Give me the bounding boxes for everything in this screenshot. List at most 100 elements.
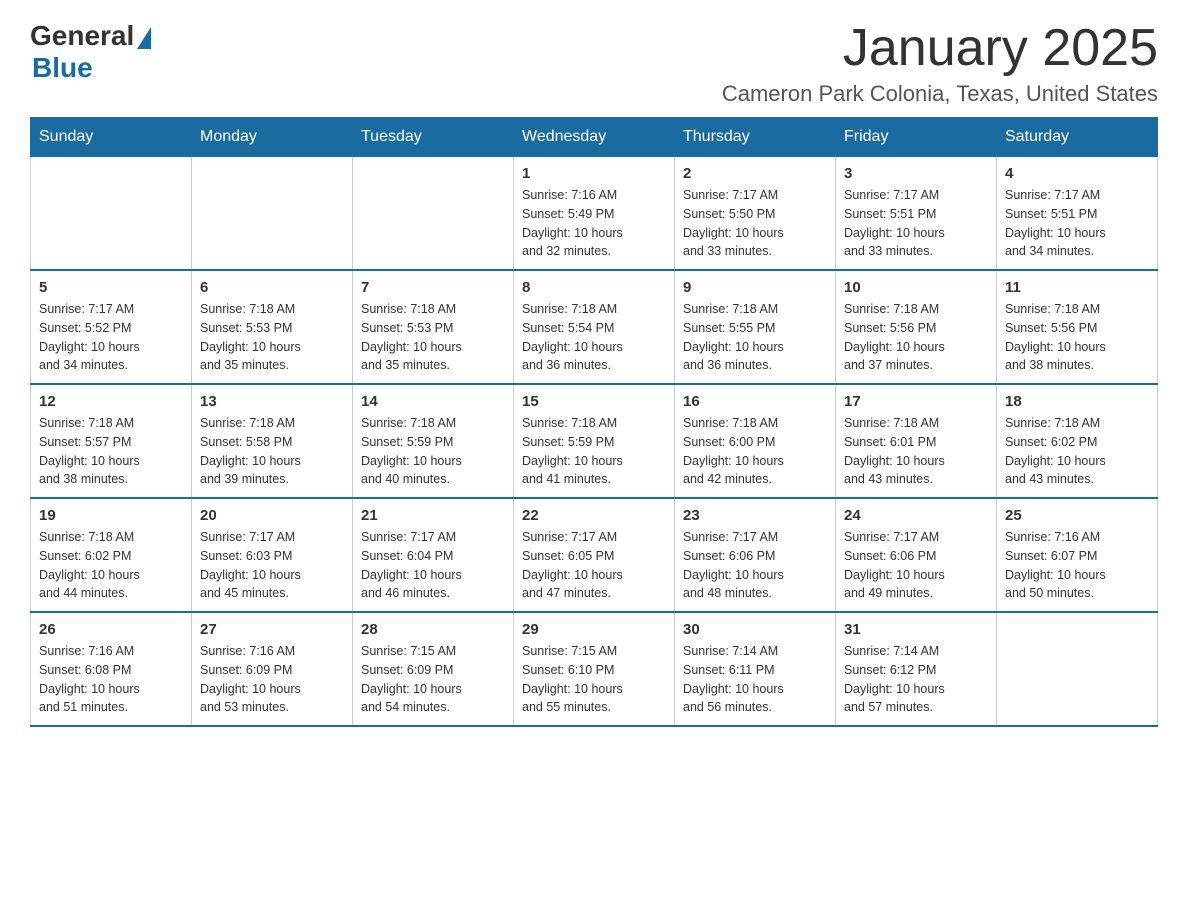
day-info: Sunrise: 7:18 AM Sunset: 5:59 PM Dayligh… xyxy=(522,414,666,489)
calendar-cell: 7 Sunrise: 7:18 AM Sunset: 5:53 PM Daylig… xyxy=(353,270,514,384)
calendar-cell: 24 Sunrise: 7:17 AM Sunset: 6:06 PM Dayli… xyxy=(836,498,997,612)
day-number: 27 xyxy=(200,621,344,638)
day-number: 11 xyxy=(1005,279,1149,296)
day-number: 13 xyxy=(200,393,344,410)
day-number: 6 xyxy=(200,279,344,296)
title-area: January 2025 Cameron Park Colonia, Texas… xyxy=(722,20,1158,107)
calendar-cell: 11 Sunrise: 7:18 AM Sunset: 5:56 PM Dayli… xyxy=(997,270,1158,384)
calendar-cell: 31Sunrise: 7:14 AM Sunset: 6:12 PM Dayli… xyxy=(836,612,997,726)
day-info: Sunrise: 7:18 AM Sunset: 5:57 PM Dayligh… xyxy=(39,414,183,489)
day-number: 26 xyxy=(39,621,183,638)
day-info: Sunrise: 7:18 AM Sunset: 6:02 PM Dayligh… xyxy=(39,528,183,603)
week-row-2: 5 Sunrise: 7:17 AM Sunset: 5:52 PM Daylig… xyxy=(31,270,1158,384)
calendar-cell: 3Sunrise: 7:17 AM Sunset: 5:51 PM Daylig… xyxy=(836,157,997,271)
day-info: Sunrise: 7:16 AM Sunset: 6:08 PM Dayligh… xyxy=(39,642,183,717)
calendar-cell: 16 Sunrise: 7:18 AM Sunset: 6:00 PM Dayli… xyxy=(675,384,836,498)
day-number: 9 xyxy=(683,279,827,296)
day-info: Sunrise: 7:18 AM Sunset: 6:00 PM Dayligh… xyxy=(683,414,827,489)
calendar-cell: 27Sunrise: 7:16 AM Sunset: 6:09 PM Dayli… xyxy=(192,612,353,726)
calendar-cell: 6 Sunrise: 7:18 AM Sunset: 5:53 PM Daylig… xyxy=(192,270,353,384)
day-info: Sunrise: 7:17 AM Sunset: 6:04 PM Dayligh… xyxy=(361,528,505,603)
day-info: Sunrise: 7:18 AM Sunset: 5:53 PM Dayligh… xyxy=(361,300,505,375)
calendar-cell xyxy=(31,157,192,271)
calendar-cell: 10 Sunrise: 7:18 AM Sunset: 5:56 PM Dayli… xyxy=(836,270,997,384)
day-number: 16 xyxy=(683,393,827,410)
logo: General Blue xyxy=(30,20,151,84)
calendar-body: 1Sunrise: 7:16 AM Sunset: 5:49 PM Daylig… xyxy=(31,157,1158,727)
logo-triangle-icon xyxy=(137,27,151,49)
day-info: Sunrise: 7:17 AM Sunset: 6:03 PM Dayligh… xyxy=(200,528,344,603)
calendar-cell: 8 Sunrise: 7:18 AM Sunset: 5:54 PM Daylig… xyxy=(514,270,675,384)
page-subtitle: Cameron Park Colonia, Texas, United Stat… xyxy=(722,81,1158,107)
calendar-cell: 26 Sunrise: 7:16 AM Sunset: 6:08 PM Dayli… xyxy=(31,612,192,726)
day-info: Sunrise: 7:17 AM Sunset: 5:52 PM Dayligh… xyxy=(39,300,183,375)
day-header-friday: Friday xyxy=(836,118,997,157)
page-header: General Blue January 2025 Cameron Park C… xyxy=(30,20,1158,107)
calendar-cell: 20 Sunrise: 7:17 AM Sunset: 6:03 PM Dayli… xyxy=(192,498,353,612)
day-number: 3 xyxy=(844,165,988,182)
day-info: Sunrise: 7:18 AM Sunset: 5:56 PM Dayligh… xyxy=(844,300,988,375)
day-number: 7 xyxy=(361,279,505,296)
day-info: Sunrise: 7:16 AM Sunset: 6:07 PM Dayligh… xyxy=(1005,528,1149,603)
day-info: Sunrise: 7:18 AM Sunset: 5:54 PM Dayligh… xyxy=(522,300,666,375)
day-info: Sunrise: 7:18 AM Sunset: 5:56 PM Dayligh… xyxy=(1005,300,1149,375)
logo-general-text: General xyxy=(30,20,134,52)
calendar-cell: 25 Sunrise: 7:16 AM Sunset: 6:07 PM Dayli… xyxy=(997,498,1158,612)
day-info: Sunrise: 7:18 AM Sunset: 5:53 PM Dayligh… xyxy=(200,300,344,375)
day-number: 1 xyxy=(522,165,666,182)
day-info: Sunrise: 7:17 AM Sunset: 6:06 PM Dayligh… xyxy=(683,528,827,603)
day-info: Sunrise: 7:18 AM Sunset: 5:58 PM Dayligh… xyxy=(200,414,344,489)
week-row-5: 26 Sunrise: 7:16 AM Sunset: 6:08 PM Dayli… xyxy=(31,612,1158,726)
day-number: 20 xyxy=(200,507,344,524)
day-header-thursday: Thursday xyxy=(675,118,836,157)
week-row-1: 1Sunrise: 7:16 AM Sunset: 5:49 PM Daylig… xyxy=(31,157,1158,271)
day-header-monday: Monday xyxy=(192,118,353,157)
day-number: 12 xyxy=(39,393,183,410)
calendar-cell: 2 Sunrise: 7:17 AM Sunset: 5:50 PM Daylig… xyxy=(675,157,836,271)
calendar-cell: 5 Sunrise: 7:17 AM Sunset: 5:52 PM Daylig… xyxy=(31,270,192,384)
page-title: January 2025 xyxy=(722,20,1158,77)
calendar-cell xyxy=(192,157,353,271)
day-info: Sunrise: 7:17 AM Sunset: 6:06 PM Dayligh… xyxy=(844,528,988,603)
day-number: 17 xyxy=(844,393,988,410)
calendar-cell: 28Sunrise: 7:15 AM Sunset: 6:09 PM Dayli… xyxy=(353,612,514,726)
day-number: 24 xyxy=(844,507,988,524)
calendar-cell: 29Sunrise: 7:15 AM Sunset: 6:10 PM Dayli… xyxy=(514,612,675,726)
day-number: 8 xyxy=(522,279,666,296)
day-info: Sunrise: 7:18 AM Sunset: 5:59 PM Dayligh… xyxy=(361,414,505,489)
calendar-cell: 17 Sunrise: 7:18 AM Sunset: 6:01 PM Dayli… xyxy=(836,384,997,498)
week-row-3: 12 Sunrise: 7:18 AM Sunset: 5:57 PM Dayli… xyxy=(31,384,1158,498)
day-info: Sunrise: 7:18 AM Sunset: 6:01 PM Dayligh… xyxy=(844,414,988,489)
day-info: Sunrise: 7:14 AM Sunset: 6:11 PM Dayligh… xyxy=(683,642,827,717)
day-number: 29 xyxy=(522,621,666,638)
calendar-cell: 13 Sunrise: 7:18 AM Sunset: 5:58 PM Dayli… xyxy=(192,384,353,498)
day-number: 4 xyxy=(1005,165,1149,182)
calendar-cell: 21 Sunrise: 7:17 AM Sunset: 6:04 PM Dayli… xyxy=(353,498,514,612)
calendar-table: SundayMondayTuesdayWednesdayThursdayFrid… xyxy=(30,117,1158,727)
calendar-cell: 1Sunrise: 7:16 AM Sunset: 5:49 PM Daylig… xyxy=(514,157,675,271)
day-info: Sunrise: 7:18 AM Sunset: 5:55 PM Dayligh… xyxy=(683,300,827,375)
day-number: 25 xyxy=(1005,507,1149,524)
day-number: 19 xyxy=(39,507,183,524)
calendar-cell: 9 Sunrise: 7:18 AM Sunset: 5:55 PM Daylig… xyxy=(675,270,836,384)
day-number: 31 xyxy=(844,621,988,638)
day-header-saturday: Saturday xyxy=(997,118,1158,157)
calendar-cell xyxy=(353,157,514,271)
day-number: 5 xyxy=(39,279,183,296)
calendar-header-row: SundayMondayTuesdayWednesdayThursdayFrid… xyxy=(31,118,1158,157)
day-number: 2 xyxy=(683,165,827,182)
day-info: Sunrise: 7:15 AM Sunset: 6:09 PM Dayligh… xyxy=(361,642,505,717)
day-number: 10 xyxy=(844,279,988,296)
day-number: 18 xyxy=(1005,393,1149,410)
calendar-cell: 19 Sunrise: 7:18 AM Sunset: 6:02 PM Dayli… xyxy=(31,498,192,612)
day-info: Sunrise: 7:18 AM Sunset: 6:02 PM Dayligh… xyxy=(1005,414,1149,489)
day-info: Sunrise: 7:17 AM Sunset: 5:50 PM Dayligh… xyxy=(683,186,827,261)
day-header-sunday: Sunday xyxy=(31,118,192,157)
day-number: 22 xyxy=(522,507,666,524)
day-number: 14 xyxy=(361,393,505,410)
calendar-cell: 4Sunrise: 7:17 AM Sunset: 5:51 PM Daylig… xyxy=(997,157,1158,271)
calendar-cell xyxy=(997,612,1158,726)
day-number: 21 xyxy=(361,507,505,524)
calendar-cell: 12 Sunrise: 7:18 AM Sunset: 5:57 PM Dayli… xyxy=(31,384,192,498)
calendar-cell: 23Sunrise: 7:17 AM Sunset: 6:06 PM Dayli… xyxy=(675,498,836,612)
